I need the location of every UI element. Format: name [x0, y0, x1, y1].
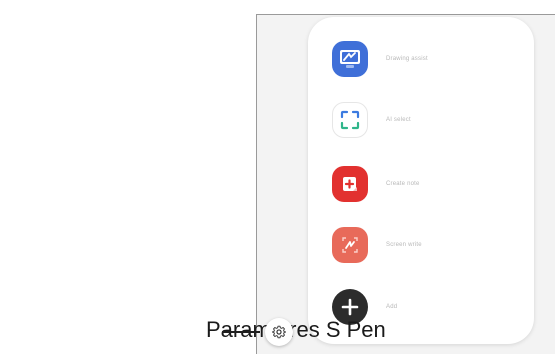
- stage: Drawing assist AI select Create note Scr…: [0, 0, 555, 354]
- screen-write-icon: [332, 227, 368, 263]
- menu-label-screen-write: Screen write: [386, 242, 422, 248]
- callout-line: [222, 331, 260, 333]
- menu-label-ai-select: AI select: [386, 117, 411, 123]
- menu-item-create-note[interactable]: Create note: [332, 165, 420, 203]
- settings-button[interactable]: [265, 318, 293, 346]
- ai-select-icon: [332, 102, 368, 138]
- settings-callout-label: Paramètres S Pen: [206, 317, 386, 342]
- menu-item-ai-select[interactable]: AI select: [332, 101, 411, 139]
- menu-item-drawing-assist[interactable]: Drawing assist: [332, 40, 428, 78]
- menu-item-screen-write[interactable]: Screen write: [332, 226, 422, 264]
- menu-label-create-note: Create note: [386, 181, 420, 187]
- create-note-icon: [332, 166, 368, 202]
- gear-icon: [272, 325, 286, 339]
- menu-label-drawing-assist: Drawing assist: [386, 56, 428, 62]
- menu-label-add: Add: [386, 304, 398, 310]
- drawing-assist-icon: [332, 41, 368, 77]
